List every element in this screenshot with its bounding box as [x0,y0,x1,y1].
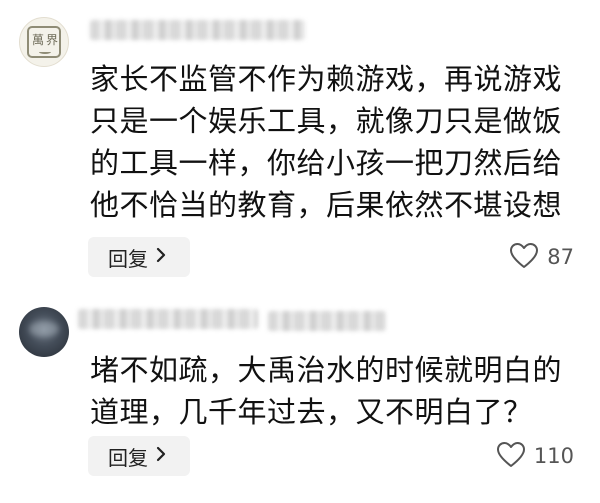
leaf-icon [39,50,51,54]
chevron-right-icon [156,446,166,466]
like-button[interactable]: 110 [496,436,574,476]
reply-label: 回复 [108,246,148,271]
comment-item: 堵不如疏，大禹治水的时候就明白的 道理，几千年过去，又不明白了？ 回复 110 [0,296,600,503]
avatar-logo-char: 界 [45,33,58,47]
avatar[interactable]: 萬 界 [19,17,69,67]
username-blurred [268,311,386,331]
like-button[interactable]: 87 [509,237,574,277]
heart-outline-icon [496,441,526,472]
avatar-image [29,321,59,337]
avatar[interactable] [19,307,69,357]
comment-text: 家长不监管不作为赖游戏，再说游戏 只是一个娱乐工具，就像刀只是做饭 的工具一样，… [90,58,590,226]
username-blurred[interactable] [78,309,258,329]
comment-line: 只是一个娱乐工具，就像刀只是做饭 [90,104,563,138]
like-count: 87 [547,245,574,269]
comment-line: 堵不如疏，大禹治水的时候就明白的 [90,353,563,387]
comment-line: 家长不监管不作为赖游戏，再说游戏 [90,62,563,96]
like-count: 110 [533,444,574,468]
avatar-logo: 萬 界 [27,26,61,58]
chevron-right-icon [156,247,166,267]
heart-outline-icon [509,242,539,273]
reply-label: 回复 [108,445,148,470]
comment-line: 道理，几千年过去，又不明白了？ [90,395,533,429]
avatar-logo-char: 萬 [31,33,44,47]
comment-line: 的工具一样，你给小孩一把刀然后给 [90,146,563,180]
comment-line: 他不恰当的教育，后果依然不堪设想 [90,188,563,222]
comment-item: 萬 界 家长不监管不作为赖游戏，再说游戏 只是一个娱乐工具，就像刀只是做饭 的工… [0,0,600,292]
reply-button[interactable]: 回复 [88,436,190,476]
comment-text: 堵不如疏，大禹治水的时候就明白的 道理，几千年过去，又不明白了？ [90,349,590,433]
username-blurred[interactable] [90,20,305,40]
reply-button[interactable]: 回复 [88,237,190,277]
